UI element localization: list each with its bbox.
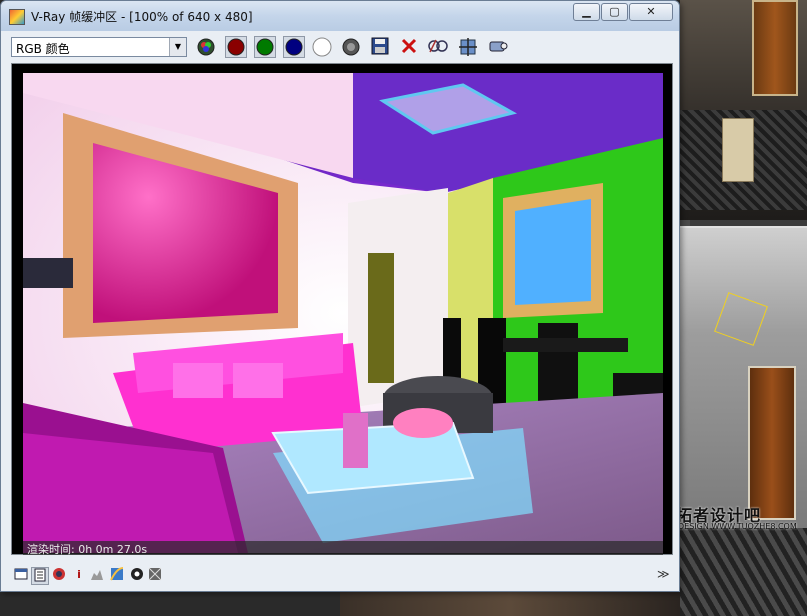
red-channel-icon xyxy=(227,38,245,56)
settings-button[interactable] xyxy=(129,567,145,583)
rgb-channels-icon xyxy=(197,38,215,56)
blue-channel-button[interactable] xyxy=(283,36,305,58)
alpha-channel-button[interactable] xyxy=(311,36,333,58)
vray-frame-buffer-window: V-Ray 帧缓冲区 - [100% of 640 x 480] ▁ ▢ ✕ R… xyxy=(0,0,680,592)
minimize-button[interactable]: ▁ xyxy=(573,3,600,21)
watermark-url: DESIGN WWW.TUOZHE8.COM xyxy=(678,522,797,531)
viewport-bottom-strip xyxy=(340,590,680,616)
chevron-down-icon[interactable]: ▼ xyxy=(169,38,186,56)
blue-channel-icon xyxy=(285,38,303,56)
render-region-icon xyxy=(459,38,477,56)
save-image-button[interactable] xyxy=(370,36,392,58)
history-icon xyxy=(148,567,162,581)
pixel-info-icon xyxy=(34,568,46,582)
duplicate-to-max-button[interactable] xyxy=(427,36,449,58)
expand-panel-icon[interactable]: ≫ xyxy=(657,567,670,581)
pixel-info-button[interactable] xyxy=(31,567,49,585)
levels-button[interactable] xyxy=(89,567,105,583)
alpha-channel-icon xyxy=(312,37,332,57)
levels-icon xyxy=(91,570,103,580)
channel-dropdown-value: RGB 颜色 xyxy=(16,42,70,56)
viewport-bottom[interactable] xyxy=(680,528,807,616)
green-channel-button[interactable] xyxy=(254,36,276,58)
clear-image-button[interactable] xyxy=(399,36,421,58)
window-title: V-Ray 帧缓冲区 - [100% of 640 x 480] xyxy=(31,10,253,24)
render-image[interactable] xyxy=(23,73,663,553)
title-bar[interactable]: V-Ray 帧缓冲区 - [100% of 640 x 480] ▁ ▢ ✕ xyxy=(1,1,679,31)
info-icon[interactable]: i xyxy=(71,567,87,583)
vfb-toolbar: RGB 颜色 ▼ xyxy=(9,35,673,61)
history-button[interactable] xyxy=(147,567,163,583)
curves-button[interactable] xyxy=(109,567,125,583)
render-time-label: 渲染时间: 0h 0m 27.0s xyxy=(27,543,148,556)
close-button[interactable]: ✕ xyxy=(629,3,673,21)
save-icon xyxy=(371,37,389,55)
curves-icon xyxy=(110,567,124,581)
clear-icon xyxy=(401,38,417,54)
rgb-channels-button[interactable] xyxy=(195,36,217,58)
settings-icon xyxy=(131,568,143,580)
display-correction-button[interactable] xyxy=(13,567,29,583)
render-region-button[interactable] xyxy=(457,36,479,58)
track-mouse-icon xyxy=(489,41,508,52)
vray-app-icon xyxy=(9,9,25,25)
maximize-button[interactable]: ▢ xyxy=(601,3,628,21)
door-render xyxy=(752,0,798,96)
vfb-bottom-toolbar: i ≫ xyxy=(9,565,673,587)
monochrome-icon xyxy=(342,38,360,56)
rendered-scene xyxy=(23,73,663,553)
viewport-perspective[interactable] xyxy=(680,226,807,528)
viewport-top[interactable] xyxy=(680,0,807,220)
monochrome-button[interactable] xyxy=(340,36,362,58)
color-clamp-icon xyxy=(53,568,65,580)
color-clamp-button[interactable] xyxy=(51,567,67,583)
track-mouse-button[interactable] xyxy=(487,36,509,58)
picture-frame-render xyxy=(722,118,754,182)
duplicate-to-max-icon xyxy=(428,39,448,53)
door-render xyxy=(748,366,796,520)
light-gizmo xyxy=(714,292,768,346)
render-status-bar: 渲染时间: 0h 0m 27.0s xyxy=(23,541,663,556)
green-channel-icon xyxy=(256,38,274,56)
red-channel-button[interactable] xyxy=(225,36,247,58)
channel-dropdown[interactable]: RGB 颜色 ▼ xyxy=(11,37,187,57)
display-correction-icon xyxy=(14,568,28,580)
